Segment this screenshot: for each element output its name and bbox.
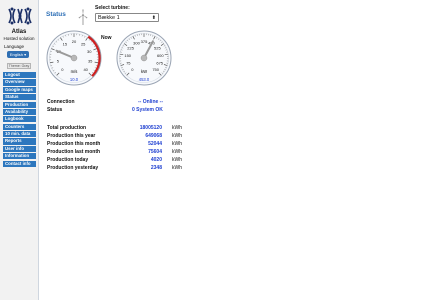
wind-unit: m/s [71,69,78,74]
wind-value: 10.0 [70,77,79,82]
brand-name: Atlas [11,29,27,35]
status-label: Status [47,107,63,113]
power-tick-label: 375 [141,39,148,44]
production-row-value: 52044 [148,141,162,147]
production-row-label: Production today [47,157,89,163]
power-tick-label: 225 [127,46,134,51]
brand-subtitle: Hosted solution [3,36,35,41]
status-value: 0 System OK [132,107,163,113]
wind-tick-label: 30 [87,49,92,54]
nav-item-status[interactable]: Status [3,94,36,101]
nav-item-overview[interactable]: Overview [3,79,36,86]
power-value: 453.0 [139,77,150,82]
wind-tick-label: 20 [72,39,77,44]
turbine-select-value: Bække 1 [98,15,120,21]
production-row-unit: kWh [172,149,182,155]
production-row-label: Production this month [47,141,101,147]
wind-speed-gauge: 0510152025303540 m/s 10.0 [46,30,102,86]
wind-tick-label: 15 [63,42,68,47]
power-tick-label: 675 [156,60,163,65]
atlas-logo [8,7,32,25]
wind-tick-label: 40 [83,67,88,72]
nav-item-logbook[interactable]: Logbook [3,116,36,123]
sidebar: Atlas Hosted solution Language English ▾… [0,0,39,300]
production-row-label: Production this year [47,133,96,139]
production-row-unit: kWh [172,125,182,131]
power-tick-label: 525 [154,46,161,51]
power-unit: kW [141,69,147,74]
language-select[interactable]: English ▾ [7,51,29,58]
production-row-unit: kWh [172,141,182,147]
power-tick-label: 600 [157,53,164,58]
chevron-down-icon: ▾ [24,52,27,57]
theme-value: Theme: Gray [8,64,30,68]
nav-item-availability[interactable]: Availability [3,108,36,116]
turbine-select[interactable]: Bække 1 ⬍ [95,13,159,22]
nav-item-reports[interactable]: Reports [3,138,36,145]
page-title: Status [46,11,66,18]
select-arrows-icon: ⬍ [151,15,156,21]
nav-item-production[interactable]: Production [3,101,36,108]
connection-label: Connection [47,99,75,105]
theme-select[interactable]: Theme: Gray [7,63,31,69]
power-tick-label: 150 [124,53,131,58]
production-row-unit: kWh [172,157,182,163]
now-label: Now [101,35,112,41]
wind-tick-label: 25 [81,42,86,47]
production-row-value: 649068 [145,133,162,139]
production-row-value: 18005120 [139,125,162,131]
wind-turbine-icon [78,9,88,25]
language-value: English [9,52,23,57]
nav-item-counters[interactable]: Counters [3,123,36,130]
production-row-label: Production yesterday [47,165,99,171]
production-row-label: Production last month [47,149,101,155]
power-tick-label: 750 [152,67,159,72]
language-label: Language [4,44,25,49]
nav-item-google-maps[interactable]: Google maps [3,86,36,93]
nav-item-user-info[interactable]: User info [3,145,36,152]
power-needle-hub [140,54,148,62]
sidebar-nav: Logout Overview Google maps Status Productio… [3,72,36,168]
production-row-unit: kWh [172,133,182,139]
nav-item-contact-info[interactable]: Contact info [3,160,36,167]
select-turbine-label: Select turbine: [95,5,130,11]
power-tick-label: 300 [133,41,140,46]
power-gauge: 075150225300375450525600675750 kW 453.0 [116,30,172,86]
wind-needle-hub [70,54,78,62]
nav-item-10-min-data[interactable]: 10 min. data [3,131,36,138]
production-row-value: 4020 [150,157,162,163]
power-tick-label: 75 [126,60,131,65]
connection-value: -- Online -- [138,99,163,105]
nav-item-logout[interactable]: Logout [3,72,36,79]
wind-tick-label: 35 [88,59,93,64]
production-row-label: Total production [47,125,87,131]
production-row-unit: kWh [172,165,182,171]
production-row-value: 75604 [148,149,162,155]
production-row-value: 2348 [150,165,162,171]
nav-item-information[interactable]: Information [3,153,36,160]
